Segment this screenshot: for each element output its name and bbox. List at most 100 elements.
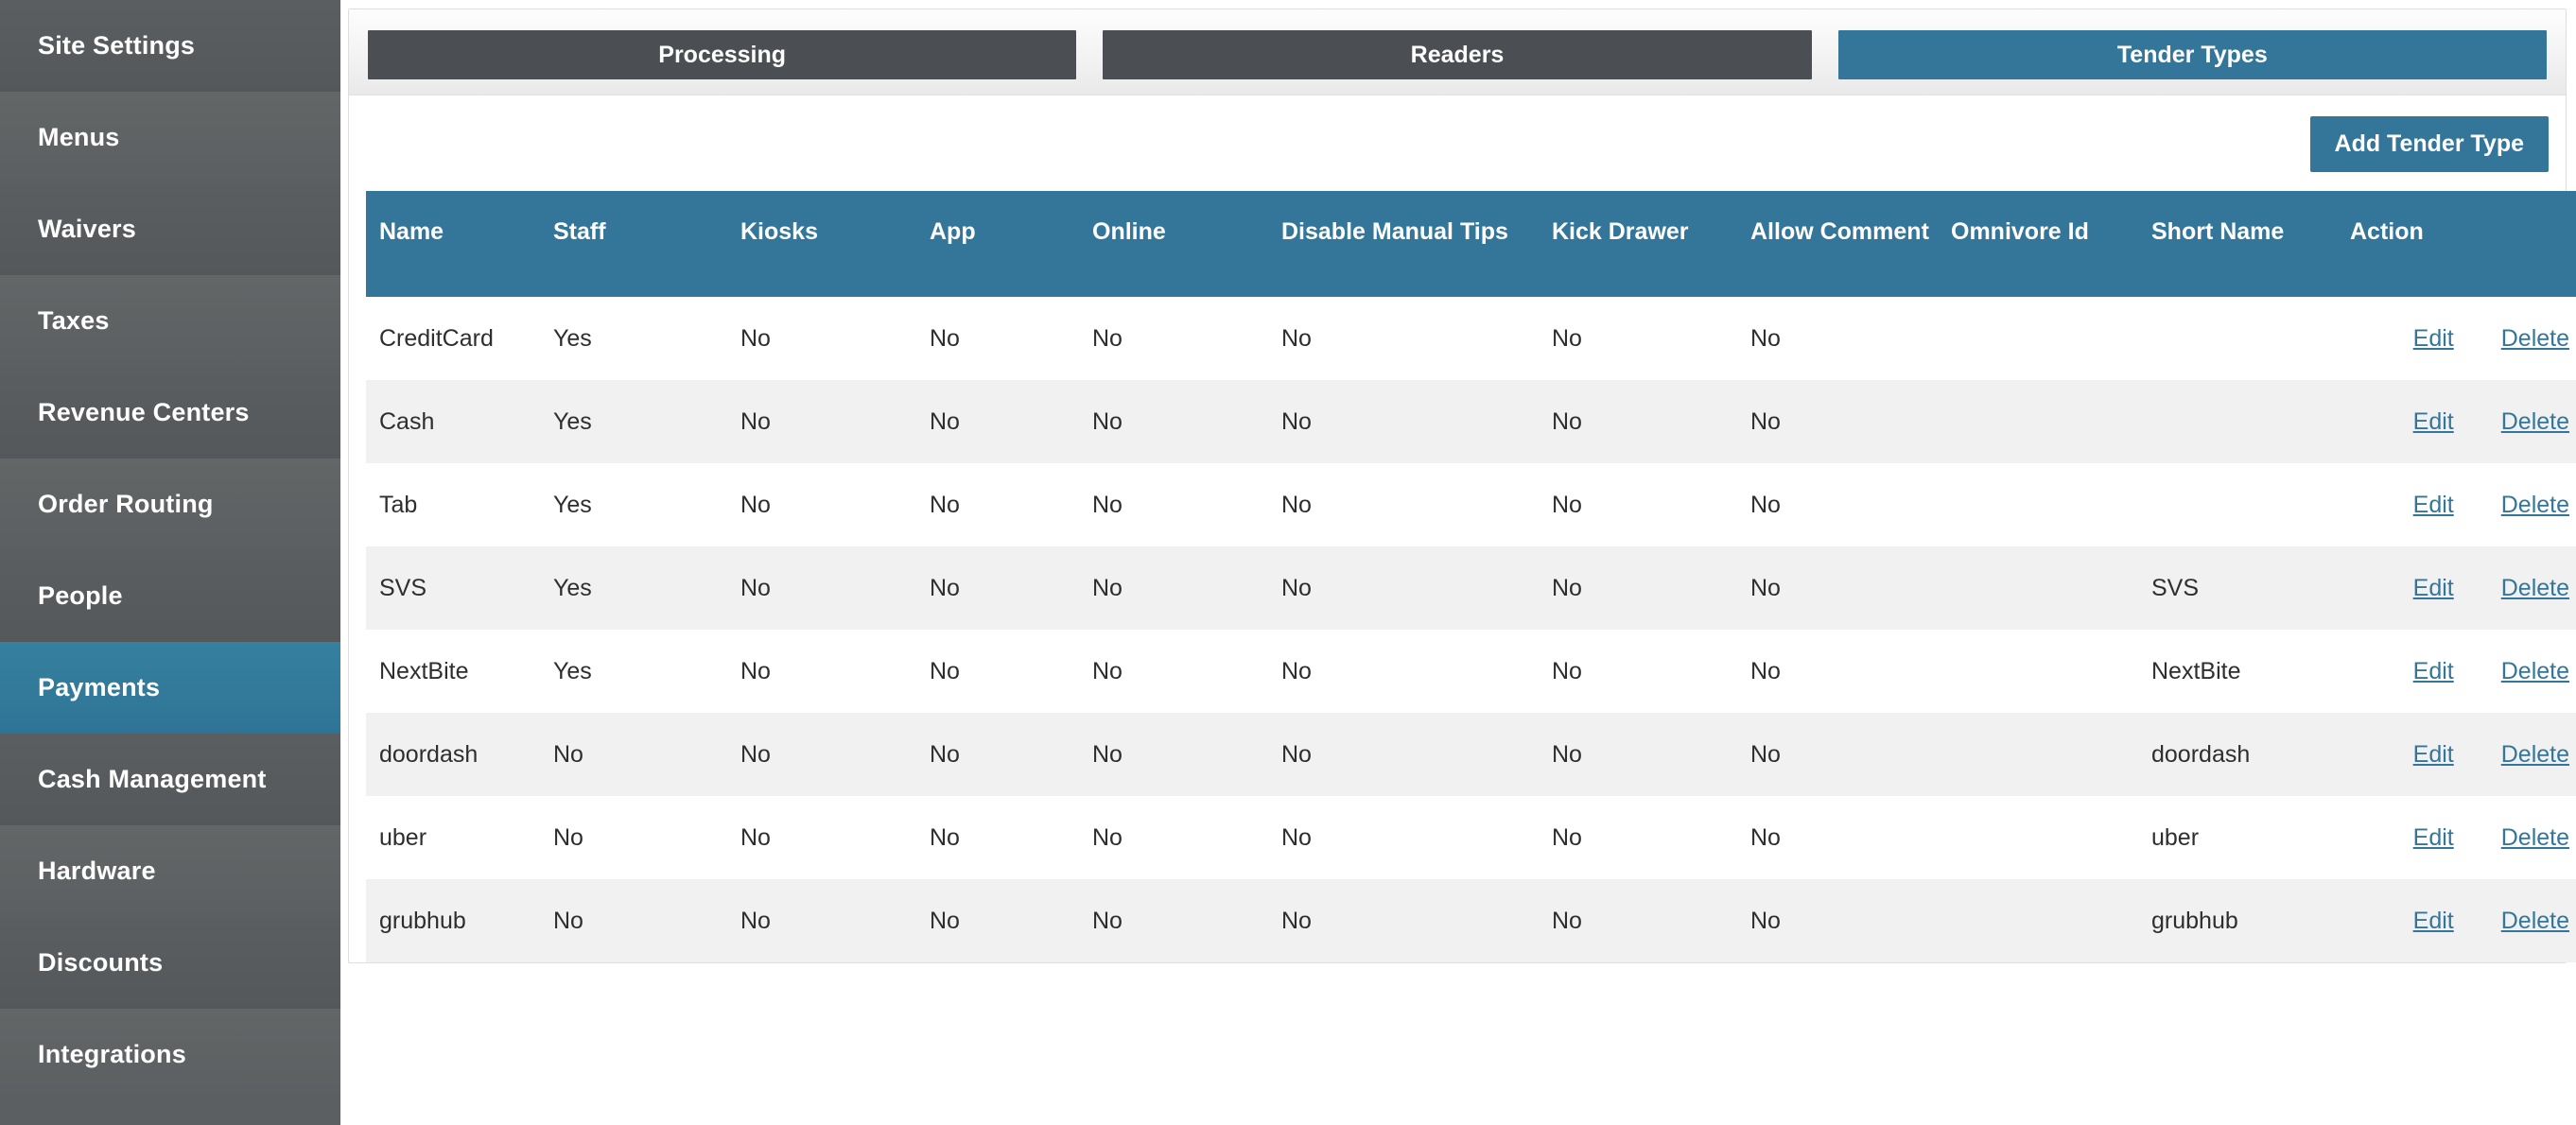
sidebar-item-label: Payments: [38, 673, 161, 701]
sidebar-item-integrations[interactable]: Integrations: [0, 1009, 340, 1100]
column-header-action: Action: [2350, 191, 2576, 297]
tab-bar: Processing Readers Tender Types: [349, 9, 2566, 95]
table-header-row: Name Staff Kiosks App Online Disable Manual T…: [366, 191, 2576, 297]
delete-link[interactable]: Delete: [2501, 658, 2569, 684]
cell-app: No: [930, 407, 960, 435]
edit-link[interactable]: Edit: [2413, 408, 2454, 435]
sidebar-item-label: Menus: [38, 123, 120, 151]
column-header-kiosks: Kiosks: [740, 191, 930, 297]
sidebar-item-revenue-centers[interactable]: Revenue Centers: [0, 367, 340, 459]
sidebar-item-label: Site Settings: [38, 31, 196, 60]
cell-allow-comment: No: [1750, 491, 1781, 518]
cell-staff: No: [553, 907, 583, 934]
cell-allow-comment: No: [1750, 823, 1781, 851]
cell-kick-drawer: No: [1552, 740, 1582, 768]
sidebar-item-menus[interactable]: Menus: [0, 92, 340, 183]
edit-link[interactable]: Edit: [2413, 492, 2454, 518]
cell-omnivore-id: [1951, 713, 2151, 796]
edit-link[interactable]: Edit: [2413, 658, 2454, 684]
sidebar-item-waivers[interactable]: Waivers: [0, 183, 340, 275]
cell-action: Edit Delete: [2350, 380, 2576, 463]
sidebar-item-hardware[interactable]: Hardware: [0, 825, 340, 917]
delete-link[interactable]: Delete: [2501, 492, 2569, 518]
sidebar-item-discounts[interactable]: Discounts: [0, 917, 340, 1009]
sidebar-item-taxes[interactable]: Taxes: [0, 275, 340, 367]
cell-staff: No: [553, 740, 583, 768]
edit-link[interactable]: Edit: [2413, 325, 2454, 352]
cell-app: No: [930, 823, 960, 851]
tab-tender-types[interactable]: Tender Types: [1837, 30, 2547, 79]
cell-disable-manual-tips: No: [1281, 823, 1312, 851]
cell-app: No: [930, 907, 960, 934]
cell-short-name: SVS: [2151, 574, 2200, 601]
sidebar-item-label: Cash Management: [38, 765, 267, 793]
add-tender-type-button[interactable]: Add Tender Type: [2309, 116, 2549, 172]
cell-app: No: [930, 574, 960, 601]
delete-link[interactable]: Delete: [2501, 908, 2569, 934]
cell-kiosks: No: [740, 657, 771, 684]
cell-app: No: [930, 324, 960, 352]
column-header-kick-drawer: Kick Drawer: [1552, 191, 1750, 297]
delete-link[interactable]: Delete: [2501, 408, 2569, 435]
cell-allow-comment: No: [1750, 907, 1781, 934]
edit-link[interactable]: Edit: [2413, 824, 2454, 851]
delete-link[interactable]: Delete: [2501, 824, 2569, 851]
sidebar-item-label: Waivers: [38, 215, 136, 243]
delete-link[interactable]: Delete: [2501, 741, 2569, 768]
delete-link[interactable]: Delete: [2501, 325, 2569, 352]
cell-action: Edit Delete: [2350, 630, 2576, 713]
cell-online: No: [1092, 907, 1123, 934]
cell-allow-comment: No: [1750, 574, 1781, 601]
delete-link[interactable]: Delete: [2501, 575, 2569, 601]
column-header-short-name: Short Name: [2151, 191, 2350, 297]
sidebar-item-label: Revenue Centers: [38, 398, 250, 426]
content-panel: Processing Readers Tender Types Add Tender…: [348, 9, 2576, 963]
tender-types-table-wrapper: Name Staff Kiosks App Online Disable Manual T…: [349, 191, 2576, 962]
edit-link[interactable]: Edit: [2413, 575, 2454, 601]
app-root: Site Settings Menus Waivers Taxes Revenue Ce…: [0, 0, 2576, 1125]
cell-omnivore-id: [1951, 630, 2151, 713]
cell-allow-comment: No: [1750, 324, 1781, 352]
cell-online: No: [1092, 823, 1123, 851]
cell-action: Edit Delete: [2350, 796, 2576, 879]
table-row: doordash No No No No No No No doordash Edit Delete: [366, 713, 2576, 796]
edit-link[interactable]: Edit: [2413, 908, 2454, 934]
table-row: NextBite Yes No No No No No No NextBite Edit Delet…: [366, 630, 2576, 713]
cell-omnivore-id: [1951, 380, 2151, 463]
cell-name: doordash: [379, 740, 479, 768]
tab-readers[interactable]: Readers: [1103, 30, 1812, 79]
cell-staff: Yes: [553, 407, 592, 435]
column-header-omnivore-id: Omnivore Id: [1951, 191, 2151, 297]
cell-app: No: [930, 491, 960, 518]
cell-allow-comment: No: [1750, 657, 1781, 684]
edit-link[interactable]: Edit: [2413, 741, 2454, 768]
cell-action: Edit Delete: [2350, 713, 2576, 796]
sidebar-item-payments[interactable]: Payments: [0, 642, 340, 734]
sidebar-item-order-routing[interactable]: Order Routing: [0, 459, 340, 550]
cell-short-name: [2151, 380, 2350, 463]
table-row: grubhub No No No No No No No grubhub Edit Delete: [366, 879, 2576, 962]
sidebar-item-cash-management[interactable]: Cash Management: [0, 734, 340, 825]
table-body: CreditCard Yes No No No No No No Edit Delete Cash Y…: [366, 297, 2576, 962]
sidebar-item-people[interactable]: People: [0, 550, 340, 642]
column-header-online: Online: [1092, 191, 1281, 297]
cell-kick-drawer: No: [1552, 407, 1582, 435]
cell-staff: Yes: [553, 657, 592, 684]
cell-staff: Yes: [553, 324, 592, 352]
sidebar-item-site-settings[interactable]: Site Settings: [0, 0, 340, 92]
cell-kick-drawer: No: [1552, 491, 1582, 518]
column-header-disable-manual-tips: Disable Manual Tips: [1281, 191, 1552, 297]
column-header-allow-comment: Allow Comment: [1750, 191, 1951, 297]
cell-online: No: [1092, 491, 1123, 518]
cell-name: grubhub: [379, 907, 466, 934]
cell-short-name: uber: [2151, 823, 2200, 851]
cell-disable-manual-tips: No: [1281, 907, 1312, 934]
cell-disable-manual-tips: No: [1281, 574, 1312, 601]
cell-kiosks: No: [740, 740, 771, 768]
cell-short-name: [2151, 463, 2350, 546]
table-row: SVS Yes No No No No No No SVS Edit Delete: [366, 546, 2576, 630]
cell-short-name: NextBite: [2151, 657, 2241, 684]
table-header: Name Staff Kiosks App Online Disable Manual T…: [366, 191, 2576, 297]
cell-disable-manual-tips: No: [1281, 657, 1312, 684]
tab-processing[interactable]: Processing: [368, 30, 1077, 79]
